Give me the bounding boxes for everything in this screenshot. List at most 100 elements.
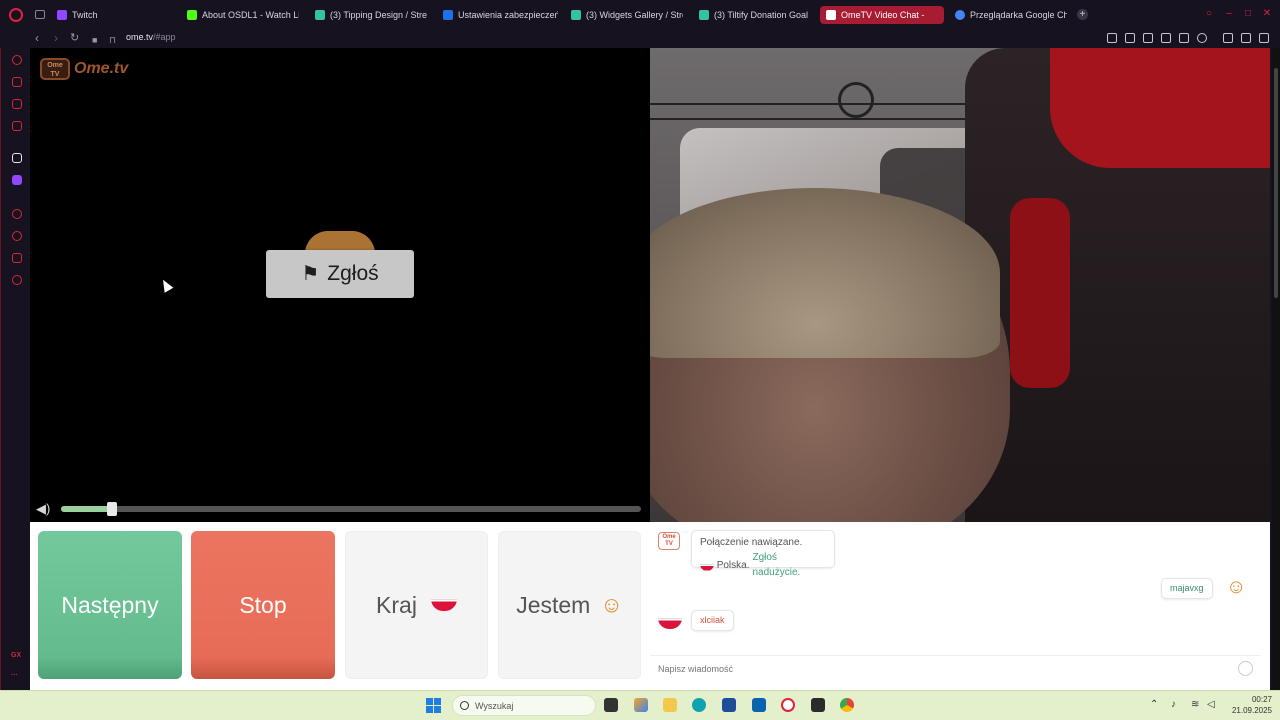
gx-label: GX — [11, 652, 22, 659]
country-button[interactable]: Kraj — [345, 531, 488, 679]
shield-icon[interactable] — [1143, 33, 1153, 43]
minimize-icon[interactable]: – — [1224, 9, 1234, 19]
tab-label: Ustawienia zabezpieczeń — [458, 10, 558, 20]
tray-chevron-icon[interactable]: ⌃ — [1150, 699, 1158, 710]
emoji-icon[interactable] — [1238, 661, 1253, 676]
report-abuse-link[interactable]: Zgłoś nadużycie. — [753, 550, 827, 580]
wifi-icon[interactable]: ≋ — [1191, 699, 1199, 710]
extensions-icon[interactable] — [12, 253, 22, 263]
camera-chair-top — [1050, 48, 1270, 168]
store-icon[interactable] — [722, 698, 736, 712]
heart-icon[interactable] — [1197, 33, 1207, 43]
streamelements-icon — [315, 10, 325, 20]
own-camera-video — [650, 48, 1270, 522]
windows-taskbar: Wyszukaj ⌃ ♪ ≋ ◁ 00:27 21.09.2025 — [0, 690, 1280, 720]
tab-tiltify[interactable]: (3) Tiltify Donation Goal / — [699, 6, 809, 24]
new-tab-button[interactable]: + — [1077, 9, 1088, 20]
close-icon[interactable]: ✕ — [1262, 9, 1272, 19]
clock-date: 21.09.2025 — [1231, 706, 1272, 715]
next-button[interactable]: Następny — [38, 531, 182, 679]
app-icon[interactable] — [811, 698, 825, 712]
twitch-icon — [57, 10, 67, 20]
forward-icon[interactable]: › — [54, 31, 58, 45]
lock-icon[interactable]: ⊓ — [109, 33, 116, 47]
outlook-icon[interactable] — [752, 698, 766, 712]
task-view-icon[interactable] — [604, 698, 618, 712]
next-label: Następny — [61, 591, 159, 618]
opera-gx-logo-icon[interactable] — [9, 8, 23, 22]
history-icon[interactable] — [12, 231, 22, 241]
camera-icon[interactable]: ■ — [92, 33, 97, 47]
streamelements-icon — [571, 10, 581, 20]
settings-icon[interactable] — [12, 275, 22, 285]
taskbar-clock[interactable]: 00:27 21.09.2025 — [1222, 694, 1272, 716]
taskbar-search[interactable]: Wyszukaj — [452, 695, 596, 716]
tab-kick[interactable]: About OSDL1 - Watch Liv — [187, 6, 299, 24]
system-message: Połączenie nawiązane. Polska. Zgłoś nadu… — [691, 530, 835, 578]
video-icon[interactable] — [12, 209, 22, 219]
opera-gx-taskbar-icon[interactable] — [781, 698, 795, 712]
tab-ometv-active[interactable]: OmeTV Video Chat - — [820, 6, 944, 24]
tab-tipping-design[interactable]: (3) Tipping Design / Stre — [315, 6, 427, 24]
twitch-sidebar-icon[interactable] — [12, 175, 22, 185]
copilot-icon[interactable] — [634, 698, 648, 712]
speaker-icon[interactable]: ◁ — [1207, 699, 1215, 710]
tab-security-settings[interactable]: Ustawienia zabezpieczeń — [443, 6, 558, 24]
my-message: majavxg — [1161, 578, 1213, 599]
search-tabs-icon[interactable]: ○ — [1204, 9, 1214, 19]
url-host: ome.tv — [126, 32, 154, 42]
url-field[interactable]: ome.tv/#app — [126, 32, 176, 42]
ometv-chat-logo-icon: Ome TV — [658, 532, 680, 550]
screen: Twitch About OSDL1 - Watch Liv (3) Tippi… — [0, 0, 1280, 720]
stop-label: Stop — [239, 591, 287, 618]
gx-control-icon[interactable] — [12, 55, 22, 65]
address-bar: ‹ › ↻ ■ ⊓ ome.tv/#app — [0, 30, 1280, 48]
maximize-icon[interactable]: □ — [1243, 9, 1253, 19]
translate-icon[interactable] — [1161, 33, 1171, 43]
tab-widgets-gallery[interactable]: (3) Widgets Gallery / Stre — [571, 6, 683, 24]
volume-slider[interactable] — [61, 502, 641, 516]
tab-twitch[interactable]: Twitch — [57, 6, 167, 24]
downloads-icon[interactable] — [1241, 33, 1251, 43]
tab-label: Twitch — [72, 10, 98, 20]
volume-thumb[interactable] — [107, 502, 117, 516]
tab-label: OmeTV Video Chat - — [841, 10, 925, 20]
more-icon[interactable]: ··· — [11, 672, 18, 679]
play-icon[interactable] — [1179, 33, 1189, 43]
aria-icon[interactable] — [12, 153, 22, 163]
report-button[interactable]: ⚑ Zgłoś — [266, 250, 414, 298]
tab-manager-icon[interactable] — [35, 10, 45, 19]
stop-button[interactable]: Stop — [191, 531, 335, 679]
file-explorer-icon[interactable] — [663, 698, 677, 712]
chat-controls: Następny Stop Kraj Jestem ☺ — [30, 522, 650, 690]
country-name: Polska. — [716, 559, 750, 571]
reload-icon[interactable]: ↻ — [70, 31, 79, 45]
chat-message-input[interactable] — [658, 660, 1218, 678]
poland-flag-icon — [430, 599, 457, 611]
microphone-icon[interactable]: ♪ — [1171, 699, 1176, 710]
chrome-taskbar-icon[interactable] — [840, 698, 854, 712]
pin-icon[interactable] — [1107, 33, 1117, 43]
tab-chrome[interactable]: Przeglądarka Google Chr — [955, 6, 1067, 24]
browser-sidebar: GX ··· — [0, 48, 30, 690]
page-scrollbar[interactable] — [1272, 48, 1280, 690]
camera-chair-stripe — [1010, 198, 1070, 388]
edge-icon[interactable] — [692, 698, 706, 712]
scrollbar-thumb[interactable] — [1274, 68, 1278, 298]
url-path: /#app — [153, 32, 176, 42]
ometv-logo: Ome TV Ome.tv — [40, 58, 128, 80]
gender-button[interactable]: Jestem ☺ — [498, 531, 641, 679]
menu-icon[interactable] — [1259, 33, 1269, 43]
wallet-icon[interactable] — [1223, 33, 1233, 43]
report-label: Zgłoś — [327, 262, 379, 285]
volume-icon[interactable]: ◀) — [36, 502, 50, 515]
gx-corner-icon[interactable] — [12, 77, 22, 87]
snapshot-icon[interactable] — [1125, 33, 1135, 43]
mouse-cursor-icon — [158, 277, 174, 293]
windows-start-icon[interactable] — [426, 698, 441, 713]
player-icon[interactable] — [12, 121, 22, 131]
messenger-icon[interactable] — [12, 99, 22, 109]
back-icon[interactable]: ‹ — [35, 31, 39, 45]
camera-person-hair — [650, 188, 1000, 358]
chat-input-area — [650, 655, 1260, 681]
